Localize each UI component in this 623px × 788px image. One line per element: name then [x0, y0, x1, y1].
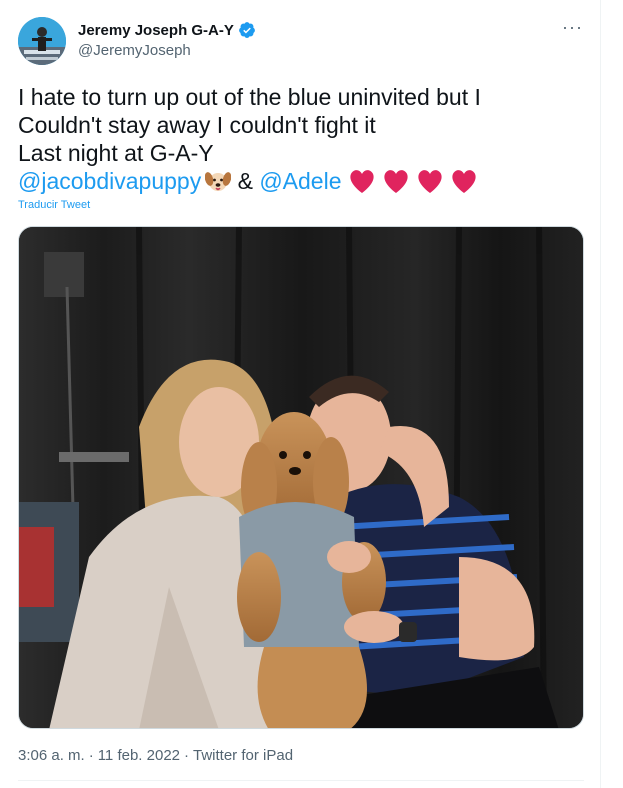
- tweet-line-4: @jacobdivapuppy & @Adele: [18, 167, 598, 195]
- tweet-date[interactable]: 11 feb. 2022: [98, 747, 180, 764]
- tweet-photo[interactable]: [18, 226, 584, 729]
- red-heart-icon: [450, 168, 478, 194]
- tweet-text: I hate to turn up out of the blue uninvi…: [18, 83, 598, 195]
- tweet-line-2: Couldn't stay away I couldn't fight it: [18, 112, 376, 138]
- meta-separator-2: ·: [184, 747, 189, 764]
- right-border: [600, 0, 601, 788]
- translate-tweet-link[interactable]: Traducir Tweet: [18, 199, 90, 211]
- dog-face-icon: [204, 169, 232, 193]
- tweet-meta: 3:06 a. m. · 11 feb. 2022 · Twitter for iPad: [18, 747, 293, 764]
- author-avatar[interactable]: [18, 17, 66, 65]
- meta-separator: ·: [88, 747, 94, 764]
- tweet-time[interactable]: 3:06 a. m.: [18, 747, 85, 764]
- tweet-card: Jeremy Joseph G-A-Y @JeremyJoseph ··· I …: [0, 0, 623, 788]
- mention-jacobdivapuppy[interactable]: @jacobdivapuppy: [18, 168, 201, 194]
- red-heart-icon: [416, 168, 444, 194]
- tweet-line-3: Last night at G-A-Y: [18, 140, 214, 166]
- bottom-divider: [18, 780, 584, 781]
- author-handle[interactable]: @JeremyJoseph: [78, 42, 191, 59]
- tweet-line-1: I hate to turn up out of the blue uninvi…: [18, 84, 481, 110]
- tweet-source[interactable]: Twitter for iPad: [193, 747, 293, 764]
- ampersand-text: &: [237, 168, 253, 194]
- verified-badge-icon: [238, 21, 256, 39]
- author-name-row[interactable]: Jeremy Joseph G-A-Y: [78, 21, 256, 39]
- red-heart-icon: [382, 168, 410, 194]
- mention-adele[interactable]: @Adele: [259, 168, 341, 194]
- more-options-icon[interactable]: ···: [562, 18, 583, 36]
- red-heart-icon: [348, 168, 376, 194]
- author-display-name[interactable]: Jeremy Joseph G-A-Y: [78, 22, 234, 39]
